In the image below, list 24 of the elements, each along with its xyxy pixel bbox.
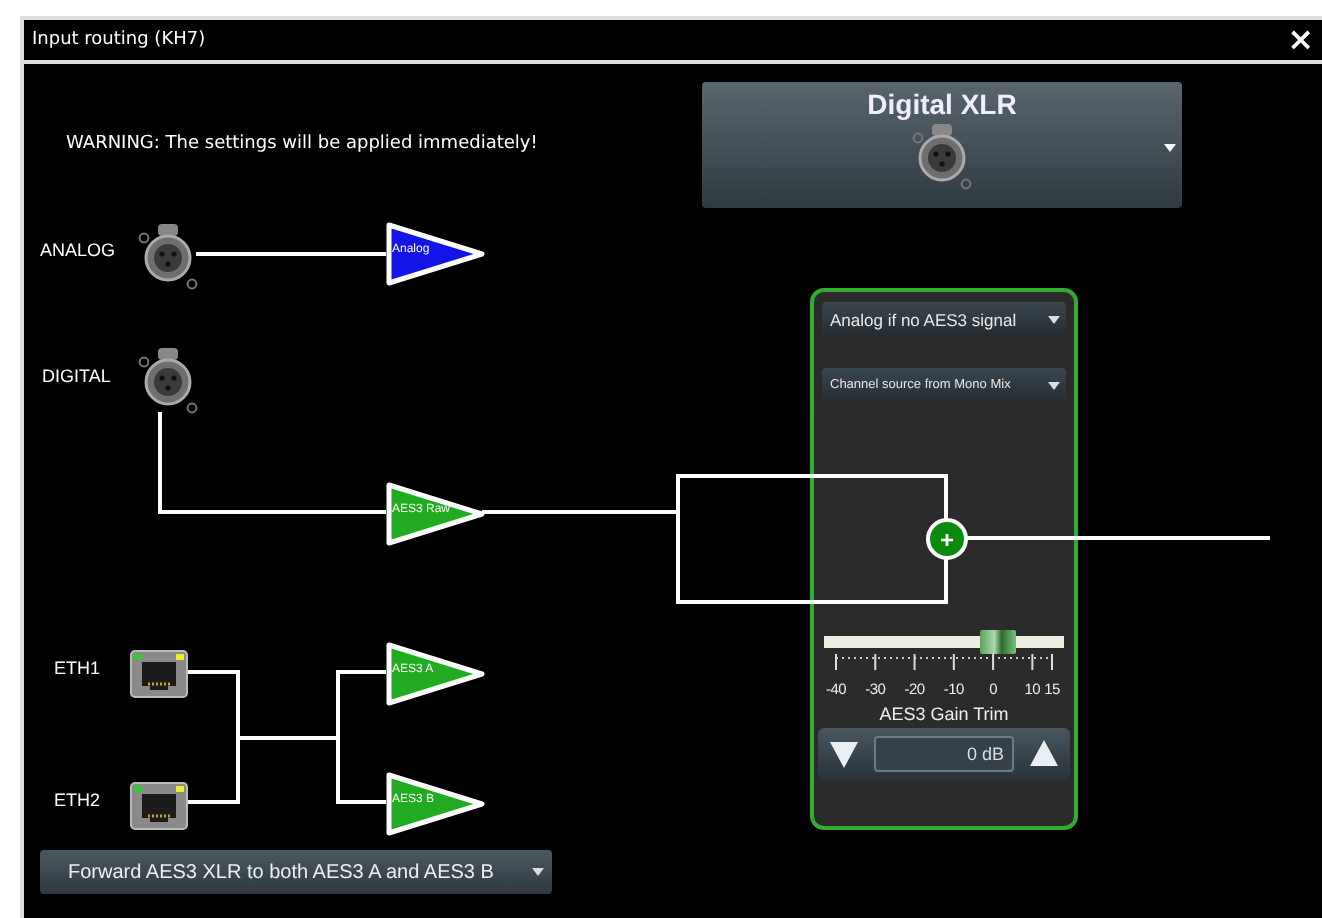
ethernet-port-icon [130,650,188,698]
window-title: Input routing (KH7) [32,30,206,50]
input-label: DIGITAL [42,366,111,386]
caret-icon [532,868,544,876]
warning-text: WARNING: The settings will be applied immediately! [66,134,538,154]
input-label: ANALOG [40,240,116,260]
xlr-connector-icon [912,122,972,190]
decrement-icon[interactable] [828,738,860,770]
slider-thumb[interactable] [980,630,1017,654]
xlr-connector-icon [138,222,198,290]
xlr-connector-icon [138,346,198,414]
caret-icon [1048,315,1060,323]
mode-dropdown[interactable]: Analog if no AES3 signal [822,302,1066,336]
caret-icon [1048,381,1060,389]
gain-label: AES3 Gain Trim [879,704,1009,724]
input-label: ETH2 [54,790,101,810]
input-dropdown[interactable]: Digital XLR [702,82,1182,208]
ethernet-port-icon [130,782,188,830]
gain-field[interactable]: 0 dB [874,736,1014,772]
close-button[interactable]: × [1283,24,1318,56]
increment-icon[interactable] [1028,738,1060,770]
forward-dropdown[interactable]: Forward AES3 XLR to both AES3 A and AES3 B [40,850,552,894]
input-label: ETH1 [54,658,101,678]
caret-icon [1164,144,1176,152]
